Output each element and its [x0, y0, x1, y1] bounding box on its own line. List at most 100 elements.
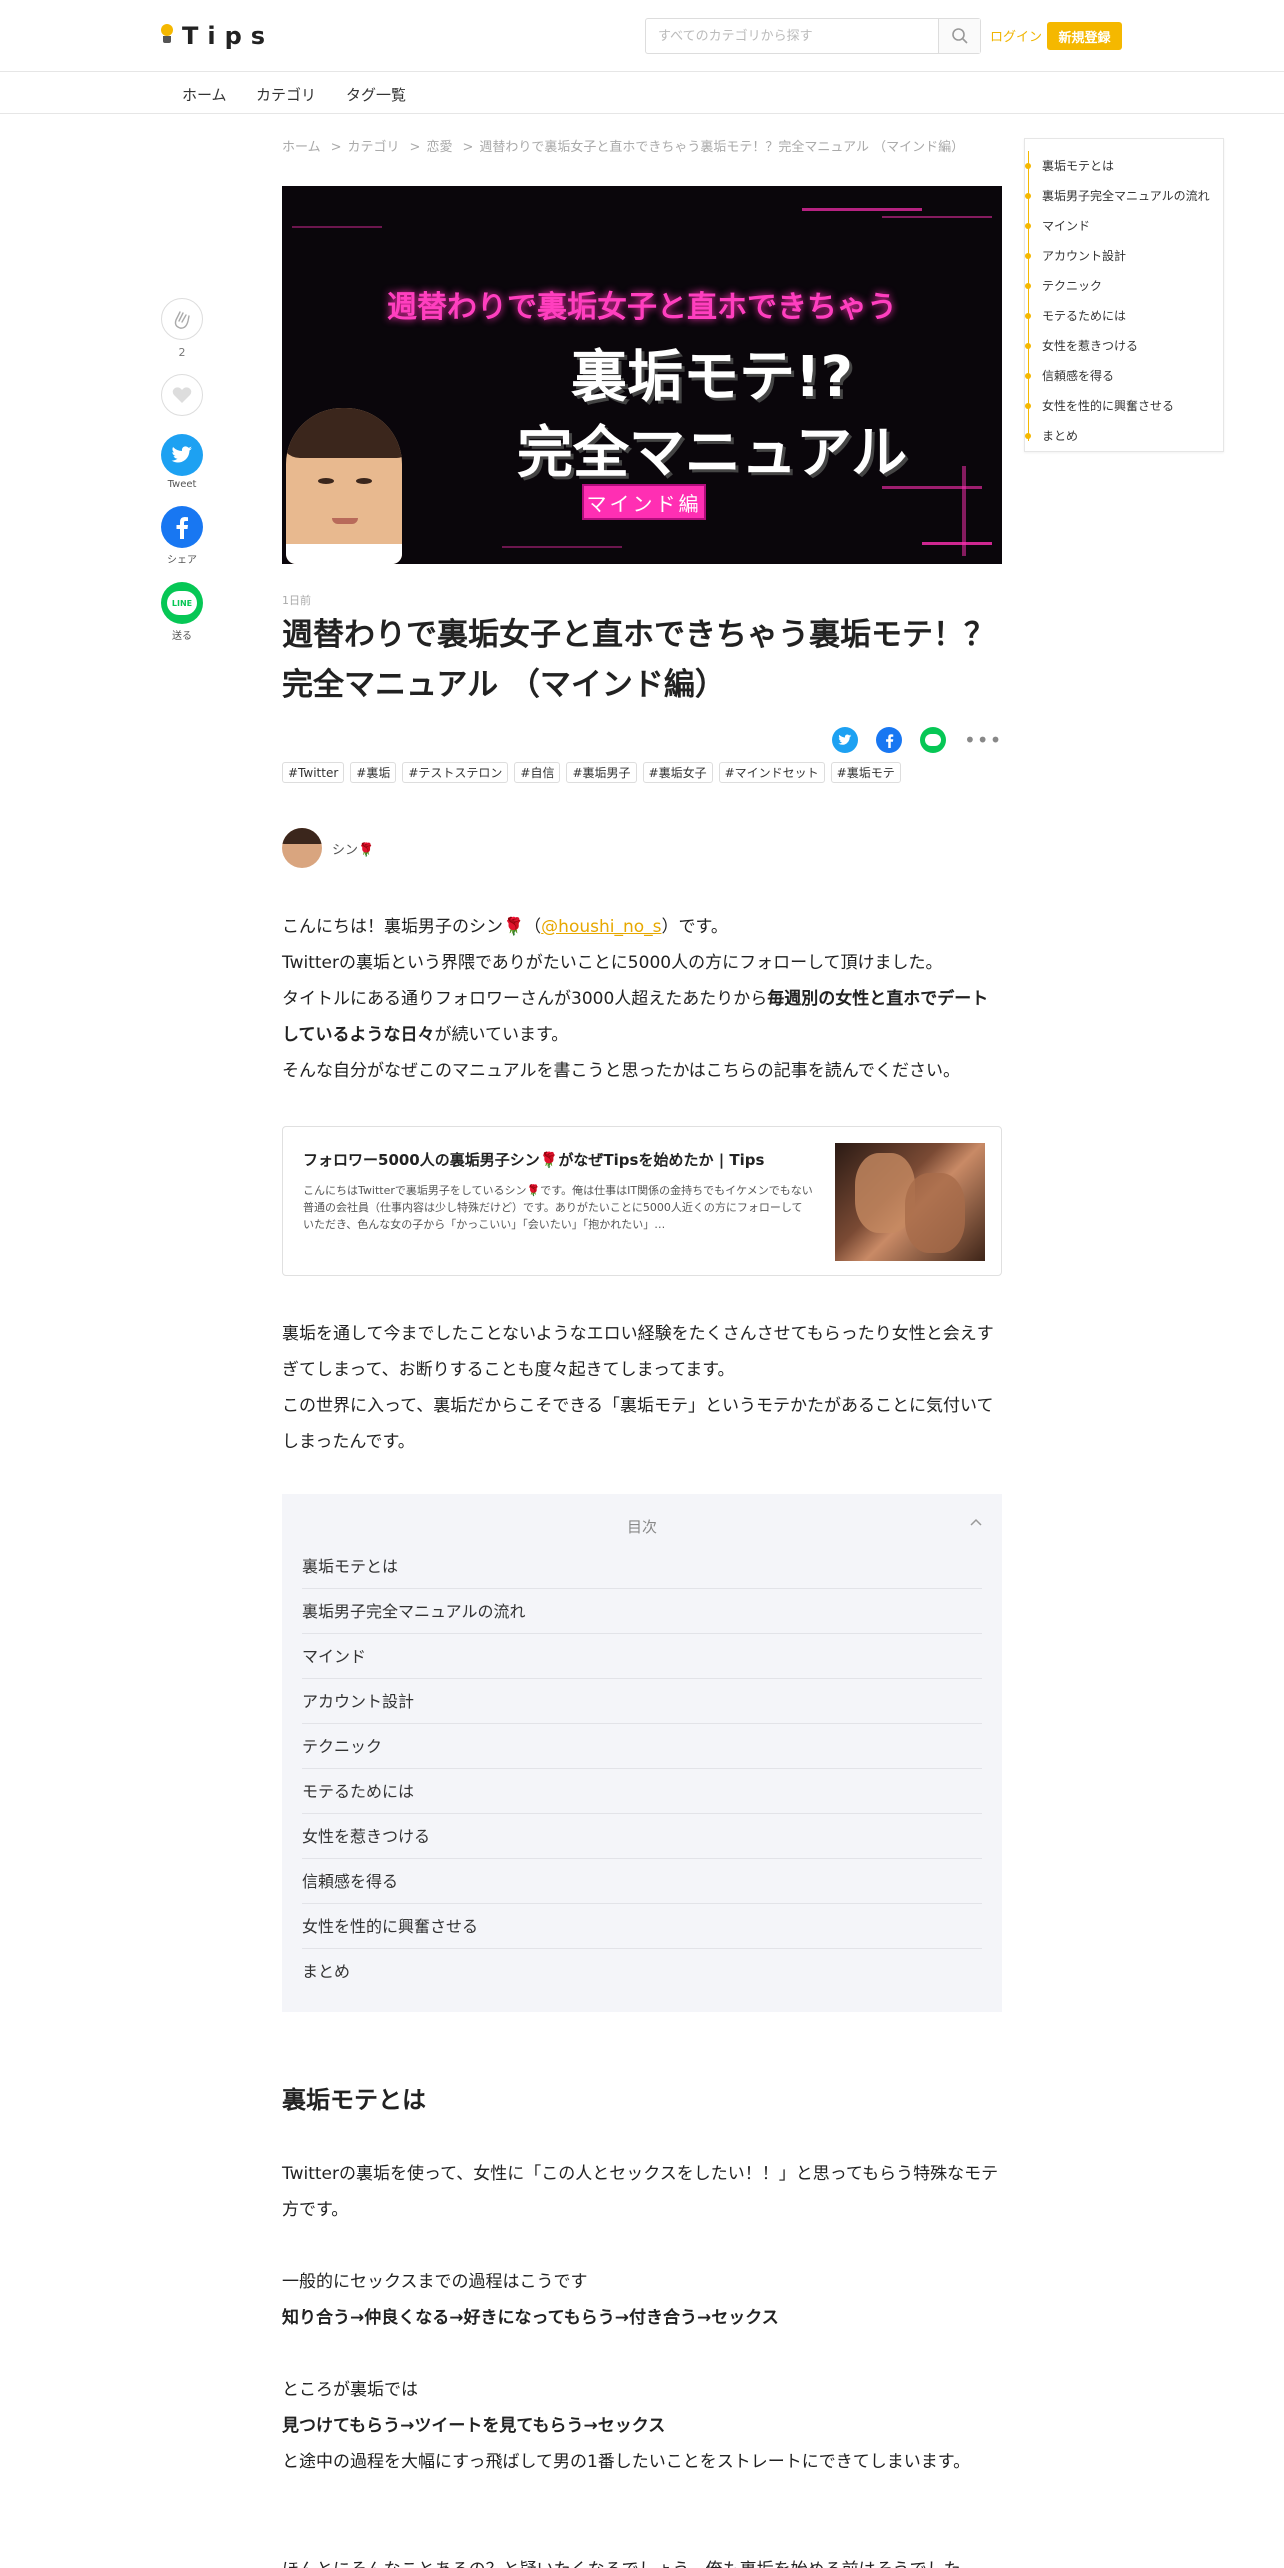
more-icon[interactable]: ••• — [964, 730, 1002, 750]
section-paragraph: と途中の過程を大幅にすっ飛ばして男の1番したいことをストレートにできてしまいます… — [282, 2452, 971, 2472]
line-share-button[interactable]: LINE — [161, 582, 203, 624]
clap-icon — [174, 311, 190, 329]
section-paragraph: ところが裏垢では — [282, 2380, 418, 2400]
section-bold-line: 見つけてもらう→ツイートを見てもらう→セックス — [282, 2416, 666, 2436]
clap-count: 2 — [178, 346, 186, 359]
line-icon — [925, 734, 941, 746]
clap-button[interactable] — [161, 298, 203, 340]
sidebar-toc-item[interactable]: まとめ — [1025, 421, 1225, 451]
hero-title-line2: 完全マニュアル — [516, 421, 908, 486]
section-paragraph: 一般的にセックスまでの過程はこうです — [282, 2272, 588, 2292]
like-button[interactable] — [161, 374, 203, 416]
share-sidebar: 2 Tweet シェア LINE 送る — [160, 298, 204, 642]
toc-item[interactable]: 女性を惹きつける — [302, 1814, 982, 1859]
toc-item[interactable]: テクニック — [302, 1724, 982, 1769]
hero-title-line1: 裏垢モテ!? — [570, 345, 854, 410]
login-link[interactable]: ログイン — [990, 26, 1042, 45]
sidebar-toc-item[interactable]: アカウント設計 — [1025, 241, 1225, 271]
logo-text: Tips — [182, 22, 275, 50]
toc-item[interactable]: 裏垢モテとは — [302, 1544, 982, 1589]
tag-chip[interactable]: #裏垢男子 — [566, 762, 637, 783]
inline-share: ••• — [832, 726, 1002, 754]
sidebar-toc-item[interactable]: 女性を惹きつける — [1025, 331, 1225, 361]
toc-item[interactable]: モテるためには — [302, 1769, 982, 1814]
link-card-title: フォロワー5000人の裏垢男子シン🌹がなぜTipsを始めたか | Tips — [303, 1151, 765, 1169]
search-icon — [951, 28, 968, 44]
link-card[interactable]: フォロワー5000人の裏垢男子シン🌹がなぜTipsを始めたか | Tips こん… — [282, 1126, 1002, 1276]
hero-subtitle: 週替わりで裏垢女子と直ホできちゃう — [387, 290, 897, 325]
tag-chip[interactable]: #裏垢女子 — [642, 762, 713, 783]
sidebar-toc-item[interactable]: テクニック — [1025, 271, 1225, 301]
author-avatar[interactable] — [282, 828, 322, 868]
facebook-share-button[interactable] — [161, 506, 203, 548]
facebook-icon — [176, 517, 188, 539]
toc-item[interactable]: 女性を性的に興奮させる — [302, 1904, 982, 1949]
breadcrumb: ホーム > カテゴリ > 恋愛 > 週替わりで裏垢女子と直ホできちゃう裏垢モテ！？完全マニュ… — [282, 140, 965, 155]
twitter-bird-icon — [838, 734, 852, 745]
lightbulb-icon — [160, 24, 174, 48]
sidebar-toc-item[interactable]: マインド — [1025, 211, 1225, 241]
inline-facebook-button[interactable] — [876, 727, 902, 753]
chevron-up-icon[interactable] — [970, 1518, 982, 1526]
section-bold-line: 知り合う→仲良くなる→好きになってもらう→付き合う→セックス — [282, 2308, 779, 2328]
link-card-description: こんにちはTwitterで裏垢男子をしているシン🌹です。俺は仕事はIT関係の金持… — [303, 1184, 813, 1231]
tag-chip[interactable]: #裏垢 — [350, 762, 397, 783]
breadcrumb-category[interactable]: カテゴリ — [348, 140, 400, 155]
toc-title: 目次 — [626, 1518, 657, 1536]
sidebar-toc-item[interactable]: 女性を性的に興奮させる — [1025, 391, 1225, 421]
toc-item[interactable]: 裏垢男子完全マニュアルの流れ — [302, 1589, 982, 1634]
paragraph-2: 裏垢を通して今までしたことないようなエロい経験をたくさんさせてもらったり女性と会… — [282, 1324, 994, 1452]
section-paragraph: Twitterの裏垢を使って、女性に「この人とセックスをしたい！！」と思ってもら… — [282, 2164, 999, 2220]
tag-chip[interactable]: #Twitter — [282, 762, 345, 783]
hero-badge: マインド編 — [582, 484, 706, 520]
heart-icon — [172, 387, 192, 403]
link-card-thumbnail — [835, 1143, 985, 1261]
facebook-icon — [885, 733, 893, 748]
sidebar-toc-item[interactable]: 信頼感を得る — [1025, 361, 1225, 391]
toc-item[interactable]: 信頼感を得る — [302, 1859, 982, 1904]
toc-item[interactable]: アカウント設計 — [302, 1679, 982, 1724]
search-box — [645, 18, 981, 54]
main-nav: ホーム カテゴリ タグ一覧 — [0, 72, 1284, 114]
author-name[interactable]: シン🌹 — [332, 839, 374, 858]
nav-tags[interactable]: タグ一覧 — [346, 84, 406, 105]
breadcrumb-home[interactable]: ホーム — [282, 140, 321, 155]
tag-list: #Twitter #裏垢 #テストステロン #自信 #裏垢男子 #裏垢女子 #マ… — [282, 762, 907, 783]
tag-chip[interactable]: #マインドセット — [718, 762, 825, 783]
sidebar-toc: 裏垢モテとは 裏垢男子完全マニュアルの流れ マインド アカウント設計 テクニック… — [1024, 138, 1224, 452]
line-icon: LINE — [167, 591, 197, 615]
sidebar-toc-item[interactable]: 裏垢モテとは — [1025, 151, 1225, 181]
hero-image: 週替わりで裏垢女子と直ホできちゃう 裏垢モテ!? 完全マニュアル マインド編 — [282, 186, 1002, 564]
logo[interactable]: Tips — [160, 16, 274, 56]
line-icon-text: LINE — [171, 598, 193, 608]
breadcrumb-current: 週替わりで裏垢女子と直ホできちゃう裏垢モテ！？完全マニュアル （マインド編） — [479, 140, 965, 155]
tag-chip[interactable]: #テストステロン — [402, 762, 509, 783]
inline-line-button[interactable] — [920, 727, 946, 753]
table-of-contents: 目次 裏垢モテとは 裏垢男子完全マニュアルの流れ マインド アカウント設計 テク… — [282, 1494, 1002, 2012]
nav-home[interactable]: ホーム — [182, 84, 227, 105]
signup-button[interactable]: 新規登録 — [1047, 22, 1122, 50]
nav-category[interactable]: カテゴリ — [256, 84, 316, 105]
breadcrumb-love[interactable]: 恋愛 — [426, 140, 452, 155]
tweet-button[interactable] — [161, 434, 203, 476]
search-button[interactable] — [938, 19, 980, 53]
article-title: 週替わりで裏垢女子と直ホできちゃう裏垢モテ！？完全マニュアル （マインド編） — [282, 617, 995, 703]
line-label: 送る — [172, 631, 192, 642]
search-input[interactable] — [646, 19, 938, 53]
tag-chip[interactable]: #自信 — [514, 762, 561, 783]
intro-paragraph: こんにちは！裏垢男子のシン🌹（@houshi_no_s）です。 Twitterの… — [282, 917, 989, 1081]
twitter-bird-icon — [171, 446, 192, 463]
hero-portrait — [286, 408, 402, 564]
tag-chip[interactable]: #裏垢モテ — [830, 762, 901, 783]
author-handle-link[interactable]: @houshi_no_s — [541, 917, 661, 937]
sidebar-toc-item[interactable]: 裏垢男子完全マニュアルの流れ — [1025, 181, 1225, 211]
tweet-label: Tweet — [167, 479, 197, 490]
toc-item[interactable]: まとめ — [302, 1949, 982, 1994]
inline-twitter-button[interactable] — [832, 727, 858, 753]
sidebar-toc-item[interactable]: モテるためには — [1025, 301, 1225, 331]
section-paragraph: ほんとにそんなことあるの？と疑いたくなるでしょう。俺も裏垢を始める前はそうでした — [282, 2552, 1002, 2568]
toc-item[interactable]: マインド — [302, 1634, 982, 1679]
author-info[interactable]: シン🌹 — [282, 828, 374, 868]
post-time: 1日前 — [282, 594, 311, 607]
section-heading: 裏垢モテとは — [282, 2086, 426, 2114]
